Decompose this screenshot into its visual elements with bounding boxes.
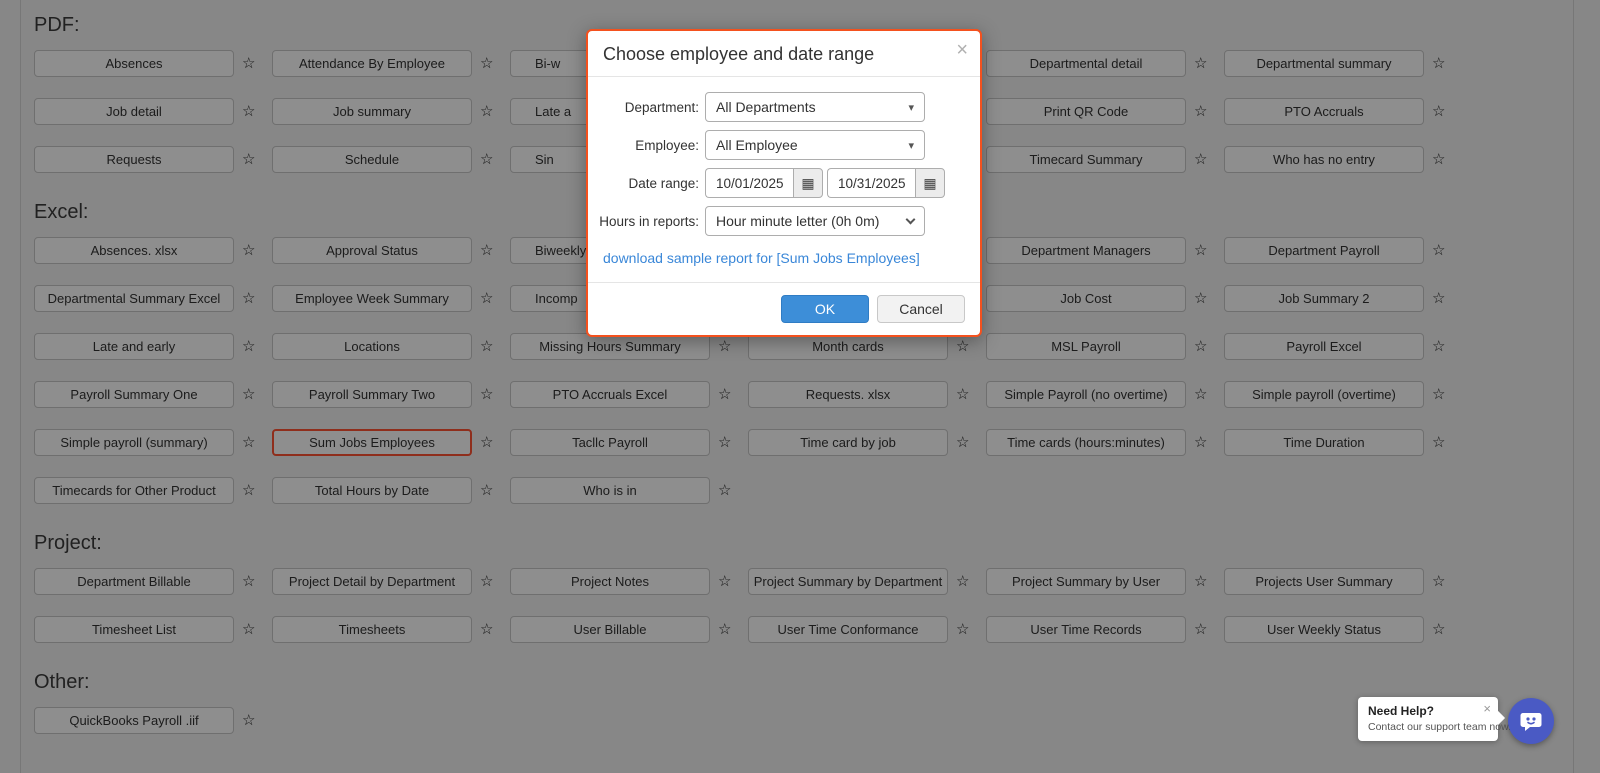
calendar-icon[interactable]: ▦: [915, 168, 945, 198]
department-label: Department:: [624, 99, 699, 115]
close-icon[interactable]: ×: [956, 39, 968, 62]
dialog-title: Choose employee and date range: [603, 44, 875, 64]
chat-launcher-button[interactable]: [1508, 698, 1554, 744]
cancel-button[interactable]: Cancel: [877, 295, 965, 323]
dialog-footer: OK Cancel: [588, 282, 980, 335]
hours-format-value: Hour minute letter (0h 0m): [716, 213, 880, 229]
date-range-label: Date range:: [628, 175, 699, 191]
close-icon[interactable]: ×: [1483, 701, 1491, 716]
end-date-input[interactable]: 10/31/2025: [827, 168, 915, 198]
hours-format-select[interactable]: Hour minute letter (0h 0m): [705, 206, 925, 236]
calendar-icon[interactable]: ▦: [793, 168, 823, 198]
download-sample-link[interactable]: download sample report for [Sum Jobs Emp…: [603, 250, 920, 266]
chat-bubble-icon: [1520, 713, 1542, 731]
department-select[interactable]: All Departments ▾: [705, 92, 925, 122]
employee-label: Employee:: [635, 137, 699, 153]
chevron-down-icon: ▾: [908, 139, 914, 152]
choose-employee-dialog: Choose employee and date range × Departm…: [586, 29, 982, 337]
start-date-input[interactable]: 10/01/2025: [705, 168, 793, 198]
employee-select[interactable]: All Employee ▾: [705, 130, 925, 160]
tooltip-title: Need Help?: [1368, 704, 1435, 718]
hours-format-label: Hours in reports:: [599, 213, 699, 229]
dialog-header: Choose employee and date range ×: [588, 31, 980, 77]
department-value: All Departments: [716, 99, 816, 115]
reports-page: PDF: Absences ☆ Attendance By Employee ☆ Bi-w…: [0, 0, 1600, 773]
need-help-tooltip: Need Help? Contact our support team now.…: [1358, 697, 1511, 741]
dialog-body: Department: All Departments ▾ Employee: …: [588, 77, 980, 282]
tooltip-body: Contact our support team now.: [1368, 721, 1511, 733]
ok-button[interactable]: OK: [781, 295, 869, 323]
employee-value: All Employee: [716, 137, 798, 153]
chevron-down-icon: [905, 214, 916, 224]
chevron-down-icon: ▾: [908, 101, 914, 114]
